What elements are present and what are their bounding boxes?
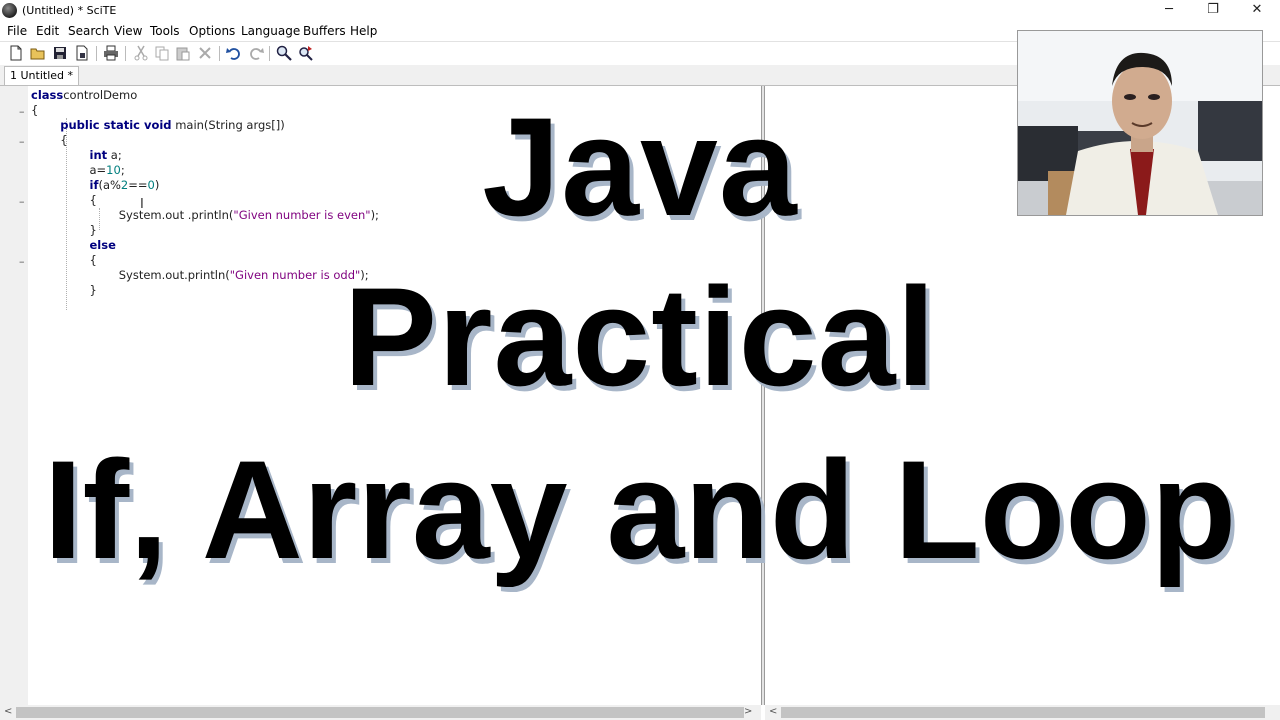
menu-view[interactable]: View: [114, 24, 142, 38]
overlay-title-practical: Practical: [343, 258, 937, 415]
menu-options[interactable]: Options: [189, 24, 235, 38]
redo-icon[interactable]: [248, 45, 264, 61]
menu-search[interactable]: Search: [68, 24, 109, 38]
menu-tools[interactable]: Tools: [150, 24, 180, 38]
restore-button[interactable]: ❐: [1191, 0, 1235, 22]
scite-app-icon: [2, 3, 17, 18]
editor-hscrollbar[interactable]: < >: [0, 705, 761, 720]
presenter-video-frame: [1018, 31, 1262, 215]
window-title: (Untitled) * SciTE: [22, 4, 117, 17]
undo-icon[interactable]: [226, 45, 242, 61]
scroll-right-icon[interactable]: >: [744, 706, 752, 717]
new-file-icon[interactable]: [8, 45, 24, 61]
output-hscrollbar[interactable]: <: [765, 705, 1280, 720]
menu-language[interactable]: Language: [241, 24, 300, 38]
save-as-icon[interactable]: [74, 45, 90, 61]
open-folder-icon[interactable]: [30, 45, 46, 61]
paste-icon[interactable]: [175, 45, 191, 61]
presenter-webcam: [1017, 30, 1263, 216]
scroll-left-icon[interactable]: <: [4, 706, 12, 717]
scroll-left-icon[interactable]: <: [769, 706, 777, 717]
save-icon[interactable]: [52, 45, 68, 61]
scroll-thumb[interactable]: [16, 707, 744, 718]
scroll-thumb[interactable]: [781, 707, 1265, 718]
title-bar: (Untitled) * SciTE ─ ❐ ✕: [0, 0, 1280, 22]
menu-edit[interactable]: Edit: [36, 24, 59, 38]
menu-buffers[interactable]: Buffers: [303, 24, 346, 38]
menu-file[interactable]: File: [7, 24, 27, 38]
minimize-button[interactable]: ─: [1147, 0, 1191, 22]
cut-icon[interactable]: [133, 45, 149, 61]
copy-icon[interactable]: [154, 45, 170, 61]
menu-help[interactable]: Help: [350, 24, 377, 38]
delete-icon[interactable]: [197, 45, 213, 61]
close-button[interactable]: ✕: [1235, 0, 1279, 22]
print-icon[interactable]: [103, 45, 119, 61]
find-icon[interactable]: [276, 45, 292, 61]
overlay-title-topics: If, Array and Loop: [43, 431, 1237, 588]
replace-icon[interactable]: [298, 45, 314, 61]
tab-untitled[interactable]: 1 Untitled *: [4, 66, 80, 85]
